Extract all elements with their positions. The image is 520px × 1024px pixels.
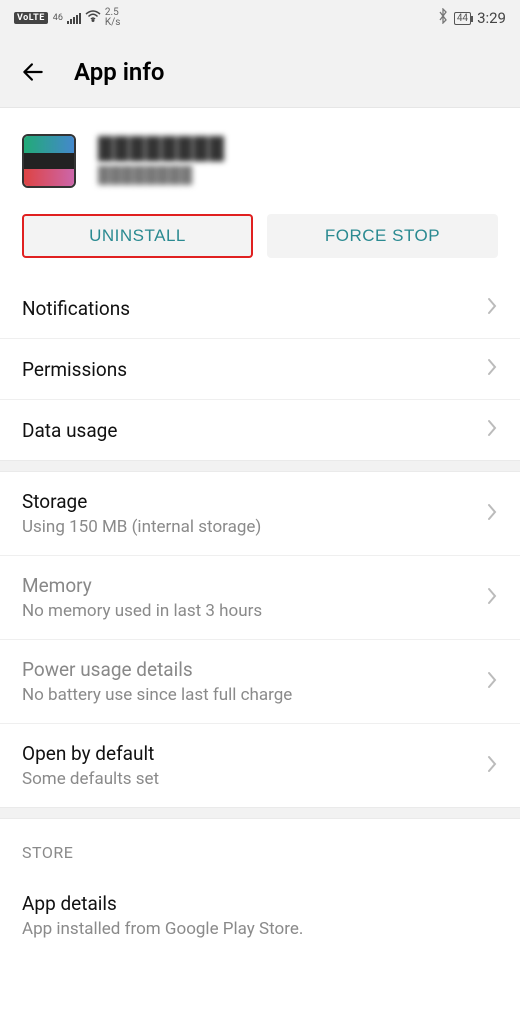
- power-title: Power usage details: [22, 658, 486, 681]
- row-notifications[interactable]: Notifications: [0, 278, 520, 339]
- chevron-right-icon: [486, 670, 498, 694]
- back-button[interactable]: [18, 57, 48, 87]
- chevron-right-icon: [486, 502, 498, 526]
- row-memory[interactable]: Memory No memory used in last 3 hours: [0, 556, 520, 640]
- appdetails-sub: App installed from Google Play Store.: [22, 919, 498, 939]
- app-bar: App info: [0, 36, 520, 108]
- page-title: App info: [74, 58, 164, 86]
- row-storage[interactable]: Storage Using 150 MB (internal storage): [0, 472, 520, 556]
- notifications-label: Notifications: [22, 297, 486, 320]
- memory-title: Memory: [22, 574, 486, 597]
- permissions-label: Permissions: [22, 358, 486, 381]
- row-openbydefault[interactable]: Open by default Some defaults set: [0, 724, 520, 807]
- openby-sub: Some defaults set: [22, 769, 486, 789]
- app-header: ████████ ████████: [0, 108, 520, 214]
- datausage-label: Data usage: [22, 419, 486, 442]
- power-sub: No battery use since last full charge: [22, 685, 486, 705]
- appdetails-title: App details: [22, 892, 498, 915]
- storage-sub: Using 150 MB (internal storage): [22, 517, 486, 537]
- volte-badge: VoLTE: [14, 12, 48, 24]
- chevron-right-icon: [486, 754, 498, 778]
- section-divider: [0, 807, 520, 819]
- speed-label: 2.5K/s: [105, 8, 121, 28]
- status-bar: VoLTE 46 2.5K/s 44 3:29: [0, 0, 520, 36]
- row-permissions[interactable]: Permissions: [0, 339, 520, 400]
- row-appdetails[interactable]: App details App installed from Google Pl…: [0, 874, 520, 957]
- uninstall-button[interactable]: UNINSTALL: [22, 214, 253, 258]
- section-divider: [0, 460, 520, 472]
- app-name: ████████: [98, 137, 225, 161]
- clock-label: 3:29: [477, 9, 506, 27]
- battery-icon: 44: [454, 12, 471, 25]
- chevron-right-icon: [486, 586, 498, 610]
- store-header: STORE: [0, 819, 520, 874]
- storage-title: Storage: [22, 490, 486, 513]
- app-version: ████████: [98, 165, 225, 185]
- chevron-right-icon: [486, 357, 498, 381]
- bluetooth-icon: [438, 8, 448, 28]
- signal-icon: [67, 12, 81, 24]
- forcestop-button[interactable]: FORCE STOP: [267, 214, 498, 258]
- memory-sub: No memory used in last 3 hours: [22, 601, 486, 621]
- row-power[interactable]: Power usage details No battery use since…: [0, 640, 520, 724]
- row-datausage[interactable]: Data usage: [0, 400, 520, 460]
- chevron-right-icon: [486, 418, 498, 442]
- wifi-icon: [85, 10, 101, 26]
- openby-title: Open by default: [22, 742, 486, 765]
- chevron-right-icon: [486, 296, 498, 320]
- app-icon: [22, 134, 76, 188]
- network-label: 46: [53, 13, 63, 23]
